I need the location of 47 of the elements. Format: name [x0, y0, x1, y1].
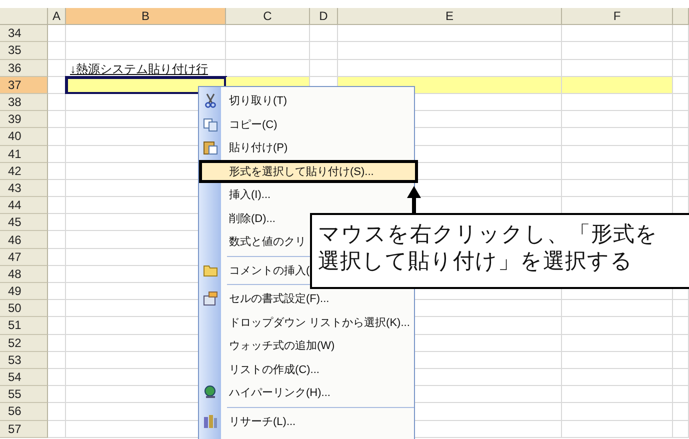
menu-item[interactable]: コメントの挿入( — [199, 258, 310, 282]
menu-item[interactable]: 挿入(I)... — [199, 183, 271, 206]
row-header[interactable]: 43 — [0, 180, 48, 198]
row-header[interactable]: 47 — [0, 248, 48, 266]
row-header[interactable]: 57 — [0, 420, 48, 438]
menu-item[interactable]: 貼り付け(P) — [199, 136, 288, 160]
menu-item[interactable]: リストの作成(C)... — [199, 358, 320, 381]
menu-item[interactable]: ウォッチ式の追加(W) — [199, 334, 335, 358]
row-header[interactable]: 46 — [0, 231, 48, 249]
row-header[interactable]: 37 — [0, 76, 48, 94]
menu-item[interactable]: コピー(C) — [199, 112, 278, 136]
menu-item[interactable]: セルの書式設定(F)... — [199, 287, 330, 310]
row-header[interactable]: 53 — [0, 352, 48, 369]
row-header[interactable]: 51 — [0, 317, 48, 335]
column-header[interactable]: D — [310, 8, 338, 26]
row-header[interactable]: 38 — [0, 94, 48, 112]
row-header[interactable]: 40 — [0, 128, 48, 146]
column-header[interactable]: C — [226, 8, 310, 26]
row-header[interactable]: 55 — [0, 386, 48, 404]
cell-text: ↓熱源システム貼り付け行 — [70, 60, 208, 78]
row-header[interactable]: 36 — [0, 60, 48, 77]
callout-text: マウスを右クリックし、「形式を選択して貼り付け」を選択する — [318, 222, 659, 276]
menu-item[interactable]: 削除(D)... — [199, 206, 276, 230]
row-header[interactable]: 48 — [0, 266, 48, 283]
row-header[interactable]: 41 — [0, 146, 48, 163]
menu-item[interactable]: 形式を選択して貼り付け(S)... — [199, 160, 418, 183]
column-header[interactable]: E — [338, 8, 562, 26]
table-cell[interactable]: ↓熱源システム貼り付け行 — [66, 60, 226, 77]
menu-item[interactable]: ハイパーリンク(H)... — [199, 381, 330, 404]
column-header[interactable]: F — [562, 8, 673, 26]
row-header[interactable]: 34 — [0, 25, 48, 42]
row-header[interactable]: 56 — [0, 403, 48, 420]
row-header[interactable]: 44 — [0, 197, 48, 214]
row-header[interactable]: 52 — [0, 334, 48, 352]
row-header[interactable]: 35 — [0, 42, 48, 60]
row-header[interactable]: 50 — [0, 300, 48, 318]
row-header[interactable]: 42 — [0, 162, 48, 180]
row-header[interactable]: 54 — [0, 368, 48, 386]
menu-item[interactable]: 数式と値のクリ — [199, 230, 306, 254]
row-header[interactable]: 49 — [0, 283, 48, 300]
menu-item[interactable]: ドロップダウン リストから選択(K)... — [199, 310, 410, 334]
column-header[interactable]: A — [48, 8, 66, 26]
menu-item[interactable]: リサーチ(L)... — [199, 410, 296, 433]
row-header[interactable]: 39 — [0, 111, 48, 128]
column-header[interactable]: B — [66, 8, 226, 26]
menu-item[interactable]: 切り取り(T) — [199, 89, 288, 112]
row-header[interactable]: 45 — [0, 214, 48, 232]
